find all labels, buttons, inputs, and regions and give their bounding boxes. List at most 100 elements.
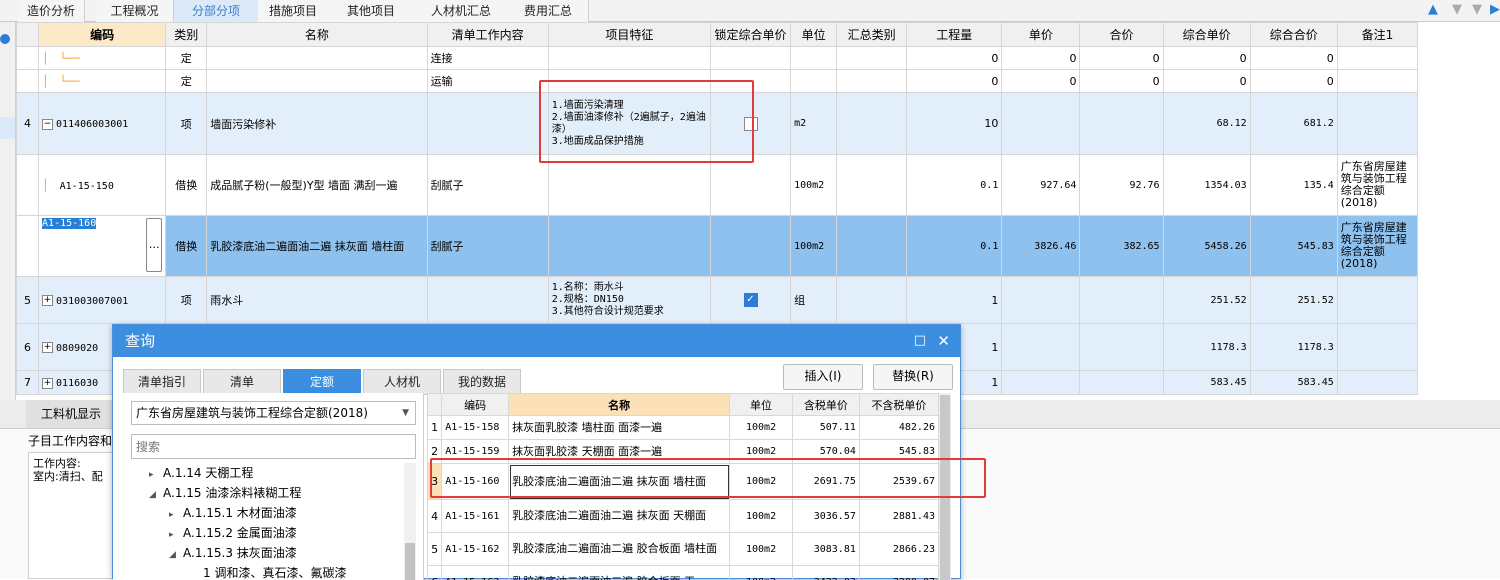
q-header-name[interactable]: 名称 — [509, 394, 730, 416]
row-index: 4 — [17, 93, 39, 155]
row-code[interactable]: +031003007001 — [39, 277, 166, 324]
table-row[interactable]: │ A1-15-150 借换 成品腻子粉(一般型)Y型 墙面 满刮一遍 刮腻子 … — [17, 155, 1418, 216]
expand-arrow-icon[interactable]: ▸ — [169, 525, 183, 545]
replace-button[interactable]: 替换(R) — [873, 364, 953, 390]
tab-project-overview[interactable]: 工程概况 — [96, 0, 174, 22]
q-header-notax[interactable]: 不含税单价 — [859, 394, 938, 416]
tree-node[interactable]: 1 调和漆、真石漆、氟碳漆 — [131, 563, 403, 580]
row-total — [1080, 277, 1163, 324]
tree-scrollbar[interactable] — [404, 463, 416, 580]
row-qty: 0.1 — [907, 155, 1002, 216]
q-header-code[interactable]: 编码 — [442, 394, 509, 416]
tab-other-items[interactable]: 其他项目 — [328, 0, 415, 22]
expand-arrow-icon[interactable]: ▸ — [149, 465, 163, 485]
tab-labor-material[interactable]: 人材机汇总 — [414, 0, 509, 22]
expand-icon[interactable]: + — [42, 342, 53, 353]
library-select[interactable]: 广东省房屋建筑与装饰工程综合定额(2018) ▼ — [131, 401, 416, 425]
tab-labor-display[interactable]: 工料机显示 — [26, 400, 116, 428]
row-price — [1002, 93, 1080, 155]
row-code: │ └── — [39, 70, 166, 93]
collapse-arrow-icon[interactable]: ◢ — [149, 485, 163, 505]
expand-icon[interactable]: + — [42, 378, 53, 389]
header-content[interactable]: 清单工作内容 — [427, 23, 548, 47]
header-total[interactable]: 合价 — [1080, 23, 1163, 47]
close-icon[interactable]: ✕ — [937, 325, 950, 357]
quota-row[interactable]: 4A1-15-161乳胶漆底油二遍面油二遍 抹灰面 天棚面100m23036.5… — [428, 500, 939, 533]
tab-sub-items[interactable]: 分部分项 — [174, 0, 259, 22]
dialog-tab-material[interactable]: 人材机 — [363, 369, 441, 395]
tree-node[interactable]: ◢A.1.15 油漆涂料裱糊工程 — [131, 483, 403, 503]
collapse-arrow-icon[interactable]: ◢ — [169, 545, 183, 565]
row-price: 0 — [1002, 47, 1080, 70]
row-code[interactable]: −011406003001 — [39, 93, 166, 155]
header-type[interactable]: 类别 — [166, 23, 207, 47]
arrow-right-icon[interactable]: ▶ — [1488, 2, 1500, 18]
collapse-icon[interactable]: − — [42, 119, 53, 130]
tab-measures[interactable]: 措施项目 — [258, 0, 329, 22]
row-utotal: 0 — [1250, 47, 1337, 70]
tree-node[interactable]: ▸A.1.14 天棚工程 — [131, 463, 403, 483]
row-uprice: 0 — [1163, 70, 1250, 93]
q-header-unit[interactable]: 单位 — [730, 394, 793, 416]
insert-button[interactable]: 插入(I) — [783, 364, 863, 390]
collapse-icon[interactable] — [0, 34, 10, 44]
row-type: 借换 — [166, 155, 207, 216]
header-unit[interactable]: 单位 — [791, 23, 837, 47]
tree-node-label: A.1.15.2 金属面油漆 — [183, 526, 297, 540]
tree-node[interactable]: ▸A.1.15.2 金属面油漆 — [131, 523, 403, 543]
work-content-box[interactable]: 工作内容: 室内:清扫、配 — [28, 452, 118, 579]
quota-name: 抹灰面乳胶漆 墙柱面 面漆一遍 — [509, 416, 730, 440]
lock-checkbox-checked[interactable]: ✓ — [744, 293, 758, 307]
row-lock — [710, 155, 790, 216]
row-index — [17, 47, 39, 70]
quota-row[interactable]: 5A1-15-162乳胶漆底油二遍面油二遍 胶合板面 墙柱面100m23083.… — [428, 533, 939, 566]
search-input[interactable] — [131, 434, 416, 459]
row-content: 连接 — [427, 47, 548, 70]
highlight-box — [539, 80, 754, 163]
row-code[interactable]: │ A1-15-150 — [39, 155, 166, 216]
row-unit — [791, 47, 837, 70]
tree-node[interactable]: ◢A.1.15.3 抹灰面油漆 — [131, 543, 403, 563]
header-name[interactable]: 名称 — [207, 23, 427, 47]
row-unit: m2 — [791, 93, 837, 155]
header-sumcat[interactable]: 汇总类别 — [837, 23, 907, 47]
row-code-editor[interactable]: A1-15-160 … — [39, 216, 166, 277]
q-header-tax[interactable]: 含税单价 — [792, 394, 859, 416]
dialog-tab-list[interactable]: 清单 — [203, 369, 281, 395]
expand-icon[interactable]: + — [42, 295, 53, 306]
table-row[interactable]: 5 +031003007001 项 雨水斗 1.名称：雨水斗 2.规格：DN15… — [17, 277, 1418, 324]
header-code[interactable]: 编码 — [39, 23, 166, 47]
quota-tax: 3036.57 — [792, 500, 859, 533]
table-row[interactable]: │ └── 定 连接 0 0 0 0 0 — [17, 47, 1418, 70]
row-feature[interactable]: 1.名称：雨水斗 2.规格：DN150 3.其他符合设计规范要求 — [548, 277, 710, 324]
tab-fee-summary[interactable]: 费用汇总 — [508, 0, 589, 22]
arrow-down-icon[interactable]: ▼ — [1450, 2, 1464, 18]
header-qty[interactable]: 工程量 — [907, 23, 1002, 47]
table-row-selected[interactable]: A1-15-160 … 借换 乳胶漆底油二遍面油二遍 抹灰面 墙柱面 刮腻子 1… — [17, 216, 1418, 277]
header-price[interactable]: 单价 — [1002, 23, 1080, 47]
expand-arrow-icon[interactable]: ▸ — [169, 505, 183, 525]
quota-code: A1-15-162 — [442, 533, 509, 566]
quota-row[interactable]: 6A1-15-163乳胶漆底油二遍面油二遍 胶合板面 天100m23422.03… — [428, 566, 939, 580]
arrow-down-icon[interactable]: ▼ — [1470, 2, 1484, 18]
header-note[interactable]: 备注1 — [1337, 23, 1417, 47]
dialog-title-bar[interactable]: 查询 □ ✕ — [113, 325, 960, 357]
header-uprice[interactable]: 综合单价 — [1163, 23, 1250, 47]
scroll-thumb[interactable] — [405, 543, 415, 580]
header-utotal[interactable]: 综合合价 — [1250, 23, 1337, 47]
row-feature — [548, 47, 710, 70]
row-lock[interactable]: ✓ — [710, 277, 790, 324]
dialog-tab-quota[interactable]: 定额 — [283, 369, 361, 395]
more-button[interactable]: … — [146, 218, 162, 272]
tree-node[interactable]: ▸A.1.15.1 木材面油漆 — [131, 503, 403, 523]
maximize-icon[interactable]: □ — [914, 325, 926, 357]
arrow-up-icon[interactable]: ▲ — [1426, 2, 1440, 18]
quota-row[interactable]: 1A1-15-158抹灰面乳胶漆 墙柱面 面漆一遍100m2507.11482.… — [428, 416, 939, 440]
tab-cost-analysis[interactable]: 造价分析 — [18, 0, 85, 22]
header-index — [17, 23, 39, 47]
row-total: 382.65 — [1080, 216, 1163, 277]
dialog-tab-guide[interactable]: 清单指引 — [123, 369, 201, 395]
header-feature[interactable]: 项目特征 — [548, 23, 710, 47]
dialog-tab-mydata[interactable]: 我的数据 — [443, 369, 521, 395]
header-lock[interactable]: 锁定综合单价 — [710, 23, 790, 47]
